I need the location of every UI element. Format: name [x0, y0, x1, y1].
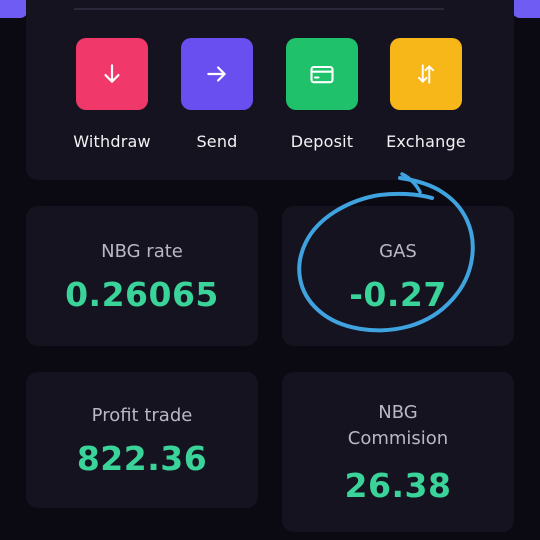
arrow-right-icon: [207, 66, 226, 82]
nbg-rate-title: NBG rate: [101, 240, 183, 262]
quick-actions-card: Withdraw Send Deposit Exchange: [26, 0, 514, 180]
withdraw-tile[interactable]: [76, 38, 148, 110]
card-icon: [310, 65, 334, 84]
deposit-button[interactable]: Deposit: [272, 38, 372, 151]
top-right-accent: [512, 0, 540, 18]
nbg-commission-card: NBG Commision 26.38: [282, 372, 514, 532]
nbg-commission-value: 26.38: [344, 465, 452, 505]
send-button[interactable]: Send: [167, 38, 267, 151]
deposit-tile[interactable]: [286, 38, 358, 110]
exchange-arrows-icon: [417, 64, 435, 84]
nbg-commission-title-line1: NBG: [378, 401, 418, 423]
withdraw-button[interactable]: Withdraw: [62, 38, 162, 151]
profit-trade-title: Profit trade: [91, 404, 193, 426]
profit-trade-card: Profit trade 822.36: [26, 372, 258, 508]
gas-title: GAS: [379, 240, 417, 262]
withdraw-label: Withdraw: [73, 132, 151, 151]
nbg-rate-card: NBG rate 0.26065: [26, 206, 258, 346]
deposit-label: Deposit: [290, 132, 354, 151]
nbg-commission-title-line2: Commision: [347, 427, 449, 449]
exchange-tile[interactable]: [390, 38, 462, 110]
nbg-rate-value: 0.26065: [65, 274, 219, 314]
top-left-accent: [0, 0, 28, 18]
gas-value: -0.27: [349, 274, 447, 314]
exchange-label: Exchange: [386, 132, 466, 151]
send-tile[interactable]: [181, 38, 253, 110]
send-label: Send: [196, 132, 238, 151]
arrow-down-icon: [104, 64, 120, 83]
exchange-button[interactable]: Exchange: [376, 38, 476, 151]
profit-trade-value: 822.36: [76, 438, 208, 478]
gas-card: GAS -0.27: [282, 206, 514, 346]
divider: [74, 8, 444, 10]
